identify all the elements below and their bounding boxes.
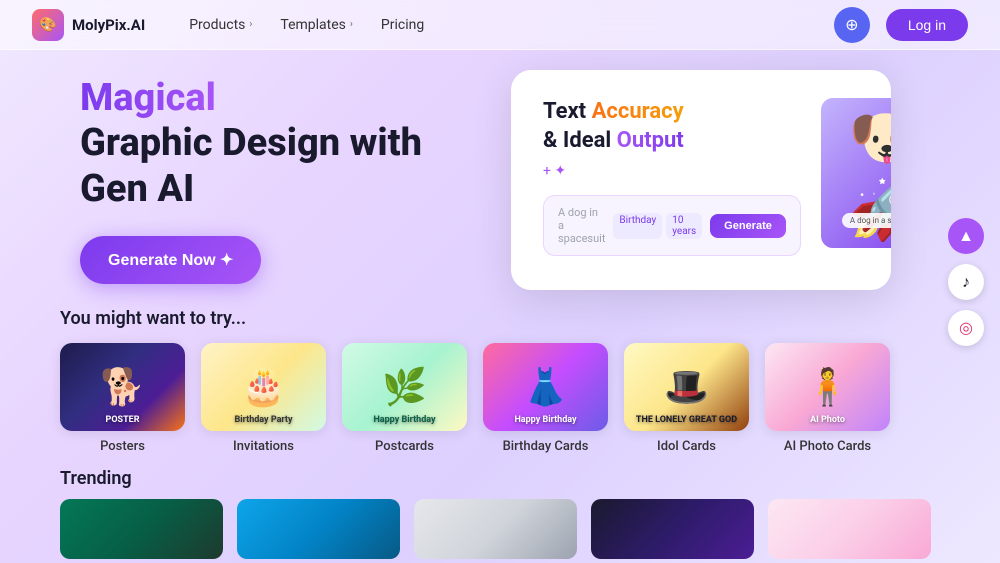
nav-item-pricing[interactable]: Pricing — [369, 11, 436, 39]
discord-icon: ⊕ — [845, 15, 858, 34]
right-side-icons: ▲ ♪ ◎ — [948, 218, 984, 346]
hero-title-line3: Gen AI — [80, 167, 422, 213]
posters-card-image: 🐕 POSTER — [60, 343, 185, 431]
postcards-label: Postcards — [375, 439, 434, 454]
try-card-idol[interactable]: 🎩 THE LONELY GREAT GOD Idol Cards — [624, 343, 749, 454]
headline-part1: Text — [543, 99, 592, 124]
idol-card-image: 🎩 THE LONELY GREAT GOD — [624, 343, 749, 431]
prompt-label-badge: A dog in a spacesuit — [842, 213, 891, 228]
hero-section: Magical Graphic Design with Gen AI Gener… — [0, 50, 1000, 300]
prompt-input[interactable]: A dog in a spacesuit — [558, 206, 605, 245]
hero-left: Magical Graphic Design with Gen AI Gener… — [80, 76, 422, 285]
headline-accent1: Accuracy — [592, 99, 684, 124]
trending-card-2[interactable] — [237, 499, 400, 559]
aiphoto-card-image: 🧍 AI Photo — [765, 343, 890, 431]
logo[interactable]: 🎨 MolyPix.AI — [32, 9, 145, 41]
chevron-icon: › — [249, 19, 252, 30]
posters-label: Posters — [100, 439, 145, 454]
chevron-icon: › — [350, 19, 353, 30]
headline-accent2: Output — [617, 128, 684, 153]
tiktok-icon: ♪ — [962, 272, 970, 292]
chevron-up-icon: ▲ — [958, 226, 974, 246]
birthday-label: Birthday Cards — [503, 439, 589, 454]
nav-products-label: Products — [189, 17, 245, 33]
try-cards-list: 🐕 POSTER Posters 🎂 Birthday Party Invita… — [60, 343, 940, 454]
hero-right: Text Accuracy & Ideal Output + ✦ A dog i… — [462, 70, 940, 290]
login-button[interactable]: Log in — [886, 9, 968, 41]
hero-magical-text: Magical — [80, 76, 216, 120]
hero-card-content: Text Accuracy & Ideal Output + ✦ A dog i… — [543, 98, 859, 256]
hero-cta: Generate Now ✦ — [80, 236, 422, 284]
nav-links: Products › Templates › Pricing — [177, 11, 834, 39]
nav-right: ⊕ Log in — [834, 7, 968, 43]
navbar: 🎨 MolyPix.AI Products › Templates › Pric… — [0, 0, 1000, 50]
try-card-invitations[interactable]: 🎂 Birthday Party Invitations — [201, 343, 326, 454]
trending-card-5[interactable] — [768, 499, 931, 559]
trending-section: Trending — [0, 454, 1000, 559]
tag-birthday: Birthday — [613, 213, 662, 239]
prompt-area: A dog in a spacesuit Birthday 10 years G… — [543, 195, 801, 256]
hero-card-image: ASTRO STELLAR 🐶🚀 A dog in a spacesuit — [821, 98, 891, 248]
nav-item-templates[interactable]: Templates › — [268, 11, 365, 39]
trending-card-1[interactable] — [60, 499, 223, 559]
postcards-card-image: 🌿 Happy Birthday — [342, 343, 467, 431]
nav-templates-label: Templates — [280, 17, 346, 33]
trending-card-3[interactable] — [414, 499, 577, 559]
hero-card-text: Text Accuracy & Ideal Output + ✦ A dog i… — [543, 98, 801, 256]
instagram-icon: ◎ — [959, 318, 973, 337]
hero-magical: Magical — [80, 76, 422, 122]
discord-button[interactable]: ⊕ — [834, 7, 870, 43]
tag-years: 10 years — [666, 213, 702, 239]
generate-now-button[interactable]: Generate Now ✦ — [80, 236, 261, 284]
prompt-generate-button[interactable]: Generate — [710, 214, 786, 238]
trending-title: Trending — [60, 468, 940, 489]
try-card-postcards[interactable]: 🌿 Happy Birthday Postcards — [342, 343, 467, 454]
nav-item-products[interactable]: Products › — [177, 11, 264, 39]
scroll-up-button[interactable]: ▲ — [948, 218, 984, 254]
prompt-tags: Birthday 10 years — [613, 213, 702, 239]
logo-icon: 🎨 — [32, 9, 64, 41]
hero-card: Text Accuracy & Ideal Output + ✦ A dog i… — [511, 70, 891, 290]
aiphoto-label: AI Photo Cards — [784, 439, 871, 454]
logo-text: MolyPix.AI — [72, 16, 145, 34]
try-section-title: You might want to try... — [60, 308, 940, 329]
trending-cards-list — [60, 499, 940, 559]
trending-card-4[interactable] — [591, 499, 754, 559]
invitations-label: Invitations — [233, 439, 294, 454]
instagram-button[interactable]: ◎ — [948, 310, 984, 346]
invitations-card-image: 🎂 Birthday Party — [201, 343, 326, 431]
nav-pricing-label: Pricing — [381, 17, 424, 33]
hero-title-line2: Graphic Design with — [80, 121, 422, 167]
try-card-birthday[interactable]: 👗 Happy Birthday Birthday Cards — [483, 343, 608, 454]
stars-decoration: + ✦ — [543, 163, 801, 179]
try-card-posters[interactable]: 🐕 POSTER Posters — [60, 343, 185, 454]
tiktok-button[interactable]: ♪ — [948, 264, 984, 300]
birthday-card-image: 👗 Happy Birthday — [483, 343, 608, 431]
hero-card-headline: Text Accuracy & Ideal Output — [543, 98, 801, 155]
headline-part2: & Ideal — [543, 128, 617, 153]
try-section: You might want to try... 🐕 POSTER Poster… — [0, 300, 1000, 454]
idol-label: Idol Cards — [657, 439, 716, 454]
try-card-aiphoto[interactable]: 🧍 AI Photo AI Photo Cards — [765, 343, 890, 454]
